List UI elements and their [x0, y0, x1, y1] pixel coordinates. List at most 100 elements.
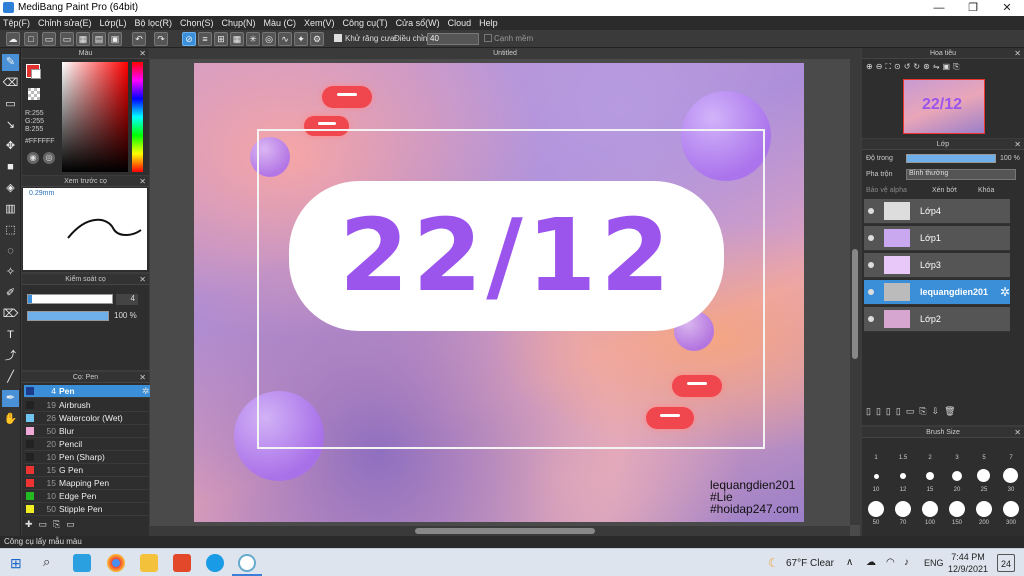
fill-rect-tool-icon[interactable]: ■	[2, 159, 19, 176]
select-eraser-tool-icon[interactable]: ⌦	[2, 306, 19, 323]
select-pen-tool-icon[interactable]: ✐	[2, 285, 19, 302]
menu-help[interactable]: Help	[479, 18, 498, 28]
brush-size-dot[interactable]	[874, 474, 879, 479]
layer-row-selected[interactable]: lequangdien201 ✲	[864, 280, 1010, 305]
brush-size-dot[interactable]	[952, 471, 962, 481]
smooth-checkbox[interactable]	[484, 34, 492, 42]
reset-icon[interactable]: ⊛	[923, 62, 930, 76]
brush-item[interactable]: 10 Pen (Sharp)	[24, 451, 154, 464]
gradient-tool-icon[interactable]: ▥	[2, 201, 19, 218]
operation-tool-icon[interactable]: ⤴	[2, 348, 19, 365]
horizontal-scrollbar[interactable]	[150, 526, 850, 536]
minimize-button[interactable]: —	[922, 0, 956, 16]
new-halftone-icon[interactable]: ▯	[876, 406, 881, 420]
brush-item[interactable]: 4 Pen ✲	[24, 385, 154, 398]
saturation-picker[interactable]	[62, 62, 128, 172]
skype-icon[interactable]	[206, 554, 224, 572]
brush-size-dot[interactable]	[868, 501, 884, 517]
rotate-left-icon[interactable]: ↺	[904, 62, 911, 76]
maximize-button[interactable]: ❐	[956, 0, 990, 16]
comment-icon[interactable]: ▭	[42, 32, 56, 46]
layer-row[interactable]: Lớp2	[864, 307, 1010, 332]
rect-tool-icon[interactable]: ▭	[2, 96, 19, 113]
folder-icon[interactable]: ▭	[906, 406, 915, 420]
menu-select[interactable]: Chọn(S)	[180, 18, 214, 28]
close-button[interactable]: ✕	[990, 0, 1024, 16]
line-tool-icon[interactable]: ↘	[2, 117, 19, 134]
brush-item[interactable]: 19 Airbrush	[24, 399, 154, 412]
brush-item[interactable]: 50 Stipple Pen	[24, 503, 154, 516]
duplicate-icon[interactable]: ⎘	[919, 406, 926, 420]
office-icon[interactable]	[173, 554, 191, 572]
list-icon[interactable]: ▤	[92, 32, 106, 46]
brush-size-dot[interactable]	[895, 501, 911, 517]
merge-icon[interactable]: ⇩	[932, 406, 940, 420]
eyedropper-tool-icon[interactable]: ✒	[2, 390, 19, 407]
menu-window[interactable]: Cửa sổ(W)	[396, 18, 440, 28]
copy-icon[interactable]: ⎘	[53, 519, 60, 533]
brush-tool-icon[interactable]: ✎	[2, 54, 19, 71]
eye-icon[interactable]	[868, 235, 874, 241]
hue-slider[interactable]	[132, 62, 143, 172]
new-1bit-icon[interactable]: ▯	[896, 406, 901, 420]
close-icon[interactable]: ✕	[139, 48, 146, 59]
close-icon[interactable]: ✕	[139, 176, 146, 187]
move-tool-icon[interactable]: ✥	[2, 138, 19, 155]
flip-icon[interactable]: ⇋	[933, 62, 940, 76]
snap-parallel-icon[interactable]: ≡	[198, 32, 212, 46]
brush-item[interactable]: 15 Mapping Pen	[24, 477, 154, 490]
chrome-icon[interactable]	[107, 554, 125, 572]
close-icon[interactable]: ✕	[1014, 427, 1021, 438]
lock-checkbox[interactable]: Khóa	[978, 187, 994, 194]
magic-wand-tool-icon[interactable]: ✧	[2, 264, 19, 281]
adjust-select[interactable]: 40	[427, 33, 479, 45]
snap-off-icon[interactable]: ⊘	[182, 32, 196, 46]
eye-icon[interactable]	[868, 208, 874, 214]
menu-layer[interactable]: Lớp(L)	[100, 18, 127, 28]
transparent-swatch[interactable]	[28, 88, 40, 100]
zoom-icon[interactable]: ⊙	[894, 62, 901, 76]
close-icon[interactable]: ✕	[139, 372, 146, 383]
text-tool-icon[interactable]: T	[2, 327, 19, 344]
brush-size-dot[interactable]	[977, 469, 990, 482]
snap-cross-icon[interactable]: ⊞	[214, 32, 228, 46]
bucket-tool-icon[interactable]: ◈	[2, 180, 19, 197]
protect-alpha-checkbox[interactable]: Bảo vệ alpha	[866, 187, 907, 194]
brush-item[interactable]: 10 Edge Pen	[24, 490, 154, 503]
copy-view-icon[interactable]: ⎘	[953, 62, 959, 76]
new-icon[interactable]: □	[24, 32, 38, 46]
gear-icon[interactable]: ✲	[142, 385, 150, 398]
brush-item[interactable]: 26 Watercolor (Wet)	[24, 412, 154, 425]
new-8bit-icon[interactable]: ▯	[886, 406, 891, 420]
cloud-icon[interactable]: ☁	[6, 32, 20, 46]
brush-item[interactable]: 15 G Pen	[24, 464, 154, 477]
brush-size-dot[interactable]	[922, 501, 938, 517]
undo-icon[interactable]: ↶	[132, 32, 146, 46]
delete-icon[interactable]: ▭	[66, 519, 75, 533]
gear-icon[interactable]: ✲	[1000, 285, 1010, 299]
brush-item[interactable]: 50 Blur	[24, 425, 154, 438]
snap-curve-icon[interactable]: ∿	[278, 32, 292, 46]
brush-size-slider[interactable]	[27, 294, 113, 304]
antialias-checkbox[interactable]	[334, 34, 342, 42]
clip-checkbox[interactable]: Xén bớt	[932, 187, 957, 194]
brush-size-dot[interactable]	[949, 501, 965, 517]
file-explorer-icon[interactable]	[140, 554, 158, 572]
share-icon[interactable]: ▭	[60, 32, 74, 46]
weather-text[interactable]: 67°F Clear	[786, 558, 834, 569]
close-icon[interactable]: ✕	[139, 274, 146, 285]
brush-opacity-slider[interactable]	[27, 311, 109, 321]
chevron-up-icon[interactable]: ∧	[846, 557, 853, 568]
fit-icon[interactable]: ⛶	[885, 62, 891, 76]
rotate-right-icon[interactable]: ↻	[913, 62, 920, 76]
notification-badge[interactable]: 24	[997, 554, 1015, 572]
lasso-tool-icon[interactable]: ◌	[2, 243, 19, 260]
brush-item[interactable]: 20 Pencil	[24, 438, 154, 451]
new-layer-icon[interactable]: ▯	[866, 406, 871, 420]
layer-row[interactable]: Lớp1	[864, 226, 1010, 251]
canvas-tab[interactable]: Untitled	[150, 48, 860, 59]
menu-filter[interactable]: Bộ lọc(R)	[134, 18, 172, 28]
brush-size-value[interactable]: 4	[116, 294, 138, 305]
folder-icon[interactable]: ▭	[39, 519, 48, 533]
search-icon[interactable]: ⌕	[43, 554, 50, 570]
